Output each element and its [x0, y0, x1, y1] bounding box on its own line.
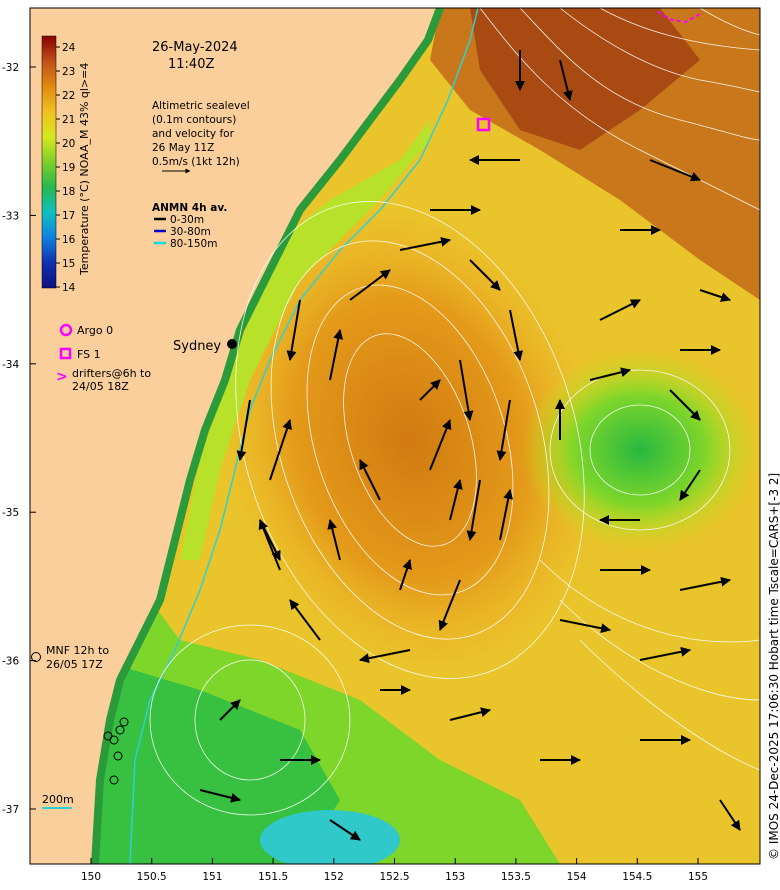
colorbar-tick-label: 21	[62, 114, 75, 126]
argo-label: Argo 0	[77, 324, 113, 337]
colorbar-tick-label: 18	[62, 186, 75, 198]
map-time: 11:40Z	[168, 57, 214, 72]
sealevel-note-line: 26 May 11Z	[152, 142, 214, 154]
colorbar-tick-label: 16	[62, 234, 76, 246]
lat-tick-label: -36	[2, 656, 19, 668]
colorbar-tick-label: 19	[62, 162, 75, 174]
colorbar-tick-label: 14	[62, 282, 76, 294]
lat-tick-label: -32	[2, 62, 19, 74]
lat-tick-label: -37	[2, 804, 19, 816]
ocean-temperature-map: 24 23 22 21 20 19 18 17 16 15 14 Temperature (°C) …	[2, 7, 780, 883]
colorbar-title: Temperature (°C) NOAA_M 43% ql>=4	[78, 63, 91, 276]
lon-tick-label: 150.5	[137, 871, 167, 883]
mnf-label: 26/05 17Z	[46, 658, 103, 671]
colorbar-scale	[41, 35, 57, 289]
lat-tick-label: -35	[2, 507, 19, 519]
lon-tick-label: 153	[445, 871, 465, 883]
sealevel-note-line: and velocity for	[152, 128, 235, 140]
anmn-label: 0-30m	[170, 214, 204, 226]
cold-patch-south	[260, 810, 400, 864]
colorbar-tick-label: 20	[62, 138, 75, 150]
sealevel-note-line: Altimetric sealevel	[152, 100, 250, 112]
colorbar-tick-label: 17	[62, 210, 75, 222]
sydney-marker	[227, 339, 237, 349]
sydney-label: Sydney	[173, 339, 221, 354]
drifter-label: 24/05 18Z	[72, 380, 129, 393]
lon-tick-label: 151.5	[258, 871, 288, 883]
lon-tick-label: 154.5	[622, 871, 652, 883]
lat-tick-label: -34	[2, 359, 19, 371]
anmn-title: ANMN 4h av.	[152, 202, 227, 214]
lon-tick-label: 152	[324, 871, 344, 883]
lon-tick-label: 151	[202, 871, 222, 883]
sealevel-note-line: (0.1m contours)	[152, 114, 236, 126]
drifter-label: drifters@6h to	[72, 367, 151, 380]
colorbar-tick-label: 15	[62, 258, 75, 270]
isobath-label: 200m	[42, 793, 74, 806]
credit-text: © IMOS 24-Dec-2025 17:06:30 Hobart time …	[767, 473, 780, 860]
drifter-icon: >	[56, 369, 68, 385]
anmn-label: 80-150m	[170, 238, 217, 250]
plot-area	[30, 8, 760, 864]
sealevel-note-line: 0.5m/s (1kt 12h)	[152, 156, 240, 168]
lat-tick-label: -33	[2, 210, 19, 222]
lon-tick-label: 150	[81, 871, 101, 883]
colorbar-tick-label: 24	[62, 42, 76, 54]
anmn-label: 30-80m	[170, 226, 211, 238]
lon-tick-label: 155	[688, 871, 708, 883]
lon-tick-label: 152.5	[379, 871, 409, 883]
lon-tick-label: 153.5	[501, 871, 531, 883]
mnf-label: MNF 12h to	[46, 644, 109, 657]
colorbar-tick-label: 22	[62, 90, 75, 102]
lon-tick-label: 154	[567, 871, 587, 883]
fs-label: FS 1	[77, 348, 101, 361]
colorbar-tick-label: 23	[62, 66, 75, 78]
map-date: 26-May-2024	[152, 40, 238, 55]
